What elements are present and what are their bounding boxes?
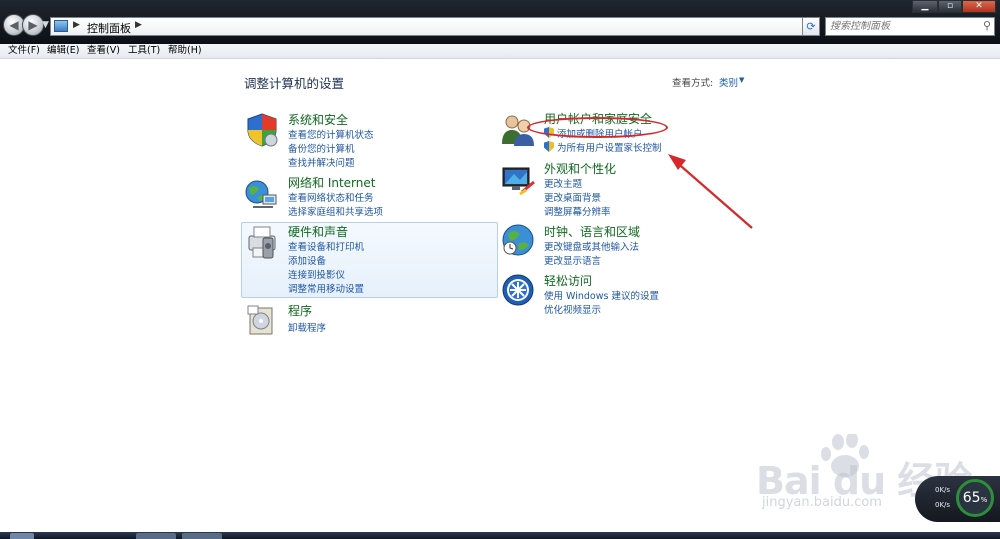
annotation-arrow-icon — [668, 154, 753, 229]
menu-file[interactable]: 文件(F) — [8, 44, 40, 58]
minimize-button[interactable]: ▁ — [912, 0, 938, 13]
search-box[interactable]: ⚲ — [825, 17, 995, 36]
hardware-printer-icon[interactable] — [245, 224, 281, 260]
link-change-keyboard-input[interactable]: 更改键盘或其他输入法 — [544, 239, 639, 253]
memory-usage-value: 65 — [962, 490, 981, 506]
link-uninstall-program[interactable]: 卸载程序 — [288, 320, 326, 334]
maximize-button[interactable]: ▫ — [938, 0, 962, 13]
appearance-monitor-icon[interactable] — [500, 162, 536, 198]
category-system-security-title[interactable]: 系统和安全 — [288, 111, 348, 128]
ease-of-access-icon[interactable] — [500, 272, 536, 308]
link-adjust-screen-resolution[interactable]: 调整屏幕分辨率 — [544, 204, 611, 218]
control-panel-icon — [54, 20, 68, 32]
link-connect-projector[interactable]: 连接到投影仪 — [288, 267, 345, 281]
breadcrumb-separator-icon[interactable]: ▶ — [73, 20, 80, 30]
upload-rate: 0K/s — [935, 486, 951, 494]
search-icon[interactable]: ⚲ — [983, 19, 991, 32]
link-homegroup-sharing[interactable]: 选择家庭组和共享选项 — [288, 204, 383, 218]
forward-button[interactable]: ▶ — [22, 14, 44, 36]
address-bar[interactable]: ▶ 控制面板 ▶ ▼ — [50, 17, 818, 36]
network-globe-icon[interactable] — [243, 175, 279, 211]
view-by-label: 查看方式: — [672, 78, 714, 89]
link-parental-controls[interactable]: 为所有用户设置家长控制 — [557, 140, 662, 154]
admin-shield-icon — [544, 141, 554, 152]
close-button[interactable]: ✕ — [962, 0, 996, 13]
title-bar: ◀ ▶ ▼ ▶ 控制面板 ▶ ▼ ⟳ ⚲ ▁ ▫ ✕ — [0, 0, 1000, 44]
download-rate: 0K/s — [935, 501, 951, 509]
view-by-dropdown[interactable]: 类别 — [719, 75, 738, 89]
breadcrumb-control-panel[interactable]: 控制面板 — [87, 20, 131, 36]
link-change-theme[interactable]: 更改主题 — [544, 176, 582, 190]
category-programs-title[interactable]: 程序 — [288, 302, 312, 319]
search-input[interactable] — [826, 18, 980, 35]
taskbar-item[interactable] — [136, 533, 176, 539]
category-network-title[interactable]: 网络和 Internet — [288, 174, 375, 191]
link-mobility-settings[interactable]: 调整常用移动设置 — [288, 281, 364, 295]
memory-usage-unit: % — [980, 496, 988, 504]
programs-box-icon[interactable] — [244, 302, 280, 338]
menu-edit[interactable]: 编辑(E) — [47, 44, 79, 58]
breadcrumb-separator-icon[interactable]: ▶ — [135, 20, 142, 30]
link-backup-computer[interactable]: 备份您的计算机 — [288, 141, 355, 155]
page-title: 调整计算机的设置 — [244, 76, 345, 91]
link-add-device[interactable]: 添加设备 — [288, 253, 326, 267]
menu-view[interactable]: 查看(V) — [87, 44, 120, 58]
refresh-button[interactable]: ⟳ — [802, 17, 820, 36]
link-change-desktop-background[interactable]: 更改桌面背景 — [544, 190, 601, 204]
watermark-url: jingyan.baidu.com — [762, 495, 882, 510]
link-windows-recommended-settings[interactable]: 使用 Windows 建议的设置 — [544, 288, 659, 302]
menu-tools[interactable]: 工具(T) — [128, 44, 160, 58]
start-button[interactable] — [10, 533, 34, 539]
link-view-computer-status[interactable]: 查看您的计算机状态 — [288, 127, 374, 141]
menu-help[interactable]: 帮助(H) — [168, 44, 202, 58]
category-appearance-title[interactable]: 外观和个性化 — [544, 160, 616, 177]
menu-bar: 文件(F) 编辑(E) 查看(V) 工具(T) 帮助(H) — [0, 44, 1000, 59]
link-troubleshoot[interactable]: 查找并解决问题 — [288, 155, 355, 169]
memory-usage-circle[interactable]: 65% — [956, 479, 994, 517]
category-hardware-title[interactable]: 硬件和声音 — [288, 223, 348, 240]
category-ease-of-access-title[interactable]: 轻松访问 — [544, 272, 592, 289]
clock-language-region-icon[interactable] — [500, 222, 536, 258]
network-speed-widget[interactable]: 0K/s 0K/s 65% — [915, 476, 1000, 522]
link-optimize-visual-display[interactable]: 优化视频显示 — [544, 302, 601, 316]
category-clock-title[interactable]: 时钟、语言和区域 — [544, 223, 640, 240]
link-view-network-status[interactable]: 查看网络状态和任务 — [288, 190, 374, 204]
link-change-display-language[interactable]: 更改显示语言 — [544, 253, 601, 267]
taskbar-item[interactable] — [182, 533, 222, 539]
chevron-down-icon[interactable]: ▼ — [739, 76, 744, 84]
annotation-ellipse — [527, 117, 668, 138]
recent-pages-dropdown-icon[interactable]: ▼ — [42, 20, 49, 30]
link-devices-printers[interactable]: 查看设备和打印机 — [288, 239, 364, 253]
system-security-shield-icon[interactable] — [244, 112, 280, 148]
